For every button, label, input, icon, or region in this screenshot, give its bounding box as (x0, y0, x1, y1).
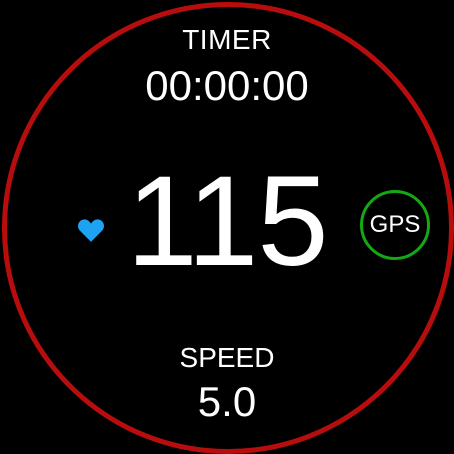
gps-status-indicator[interactable]: GPS (360, 190, 430, 260)
timer-value: 00:00:00 (145, 62, 309, 109)
heart-rate-value: 115 (126, 150, 328, 293)
watch-face: TIMER 00:00:00 115 GPS SPEED 5.0 (0, 0, 454, 454)
timer-label: TIMER (182, 24, 272, 55)
heart-icon (77, 219, 105, 242)
gps-label: GPS (369, 211, 421, 238)
speed-label: SPEED (179, 342, 275, 373)
speed-value: 5.0 (197, 378, 257, 425)
